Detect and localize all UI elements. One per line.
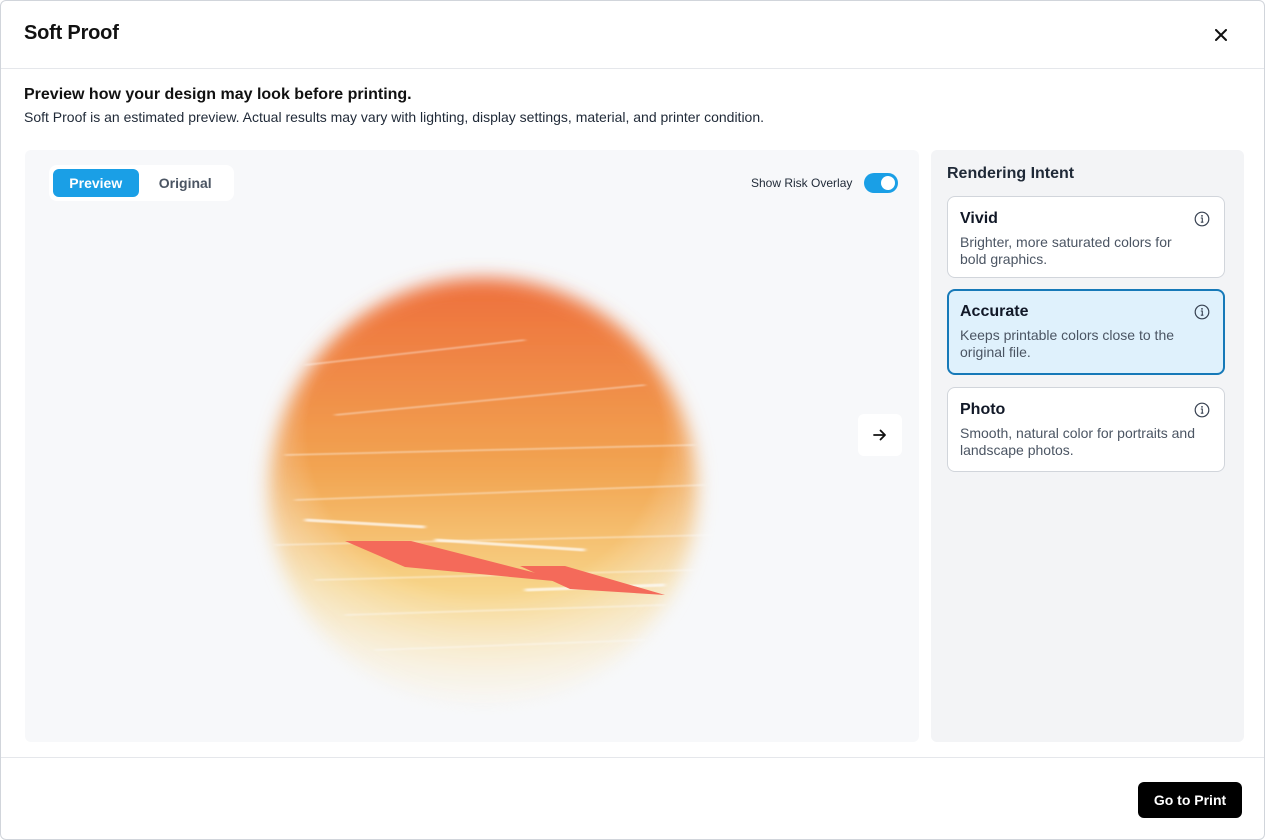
intent-option-description: Smooth, natural color for portraits and … [960,425,1196,458]
view-mode-segmented-control: Preview Original [49,165,234,201]
tab-preview[interactable]: Preview [53,169,139,197]
arrow-right-icon [873,429,886,441]
intent-option-name: Vivid [960,210,998,227]
dialog-footer: Go to Print [1,757,1264,839]
risk-overlay-label: Show Risk Overlay [751,176,853,190]
intent-option-accurate[interactable]: Accurate Keeps printable colors close to… [947,289,1225,375]
next-button[interactable] [858,414,902,456]
toggle-knob [881,176,895,190]
intent-option-description: Brighter, more saturated colors for bold… [960,234,1172,267]
tab-original[interactable]: Original [141,169,230,197]
info-icon[interactable] [1194,304,1210,320]
close-button[interactable] [1207,21,1235,49]
info-icon[interactable] [1194,402,1210,418]
intent-option-name: Accurate [960,303,1029,320]
rendering-intent-panel: Rendering Intent Vivid Brighter, more sa… [931,150,1244,742]
info-icon[interactable] [1194,211,1210,227]
dialog-title: Soft Proof [24,22,119,44]
dialog-header: Soft Proof [1,1,1264,69]
intent-option-vivid[interactable]: Vivid Brighter, more saturated colors fo… [947,196,1225,278]
intent-option-description: Keeps printable colors close to the orig… [960,327,1175,360]
preview-panel: Preview Original Show Risk Overlay [25,150,919,742]
go-to-print-button[interactable]: Go to Print [1138,782,1242,818]
intro-description: Soft Proof is an estimated preview. Actu… [24,109,765,125]
intent-option-photo[interactable]: Photo Smooth, natural color for portrait… [947,387,1225,472]
risk-overlay-toggle[interactable] [864,173,898,193]
close-icon [1215,29,1227,41]
soft-proof-dialog: Soft Proof Preview how your design may l… [0,0,1265,840]
intent-option-name: Photo [960,401,1006,418]
intro-heading: Preview how your design may look before … [24,86,412,103]
rendering-intent-title: Rendering Intent [947,165,1075,182]
proof-preview-image [268,278,716,708]
